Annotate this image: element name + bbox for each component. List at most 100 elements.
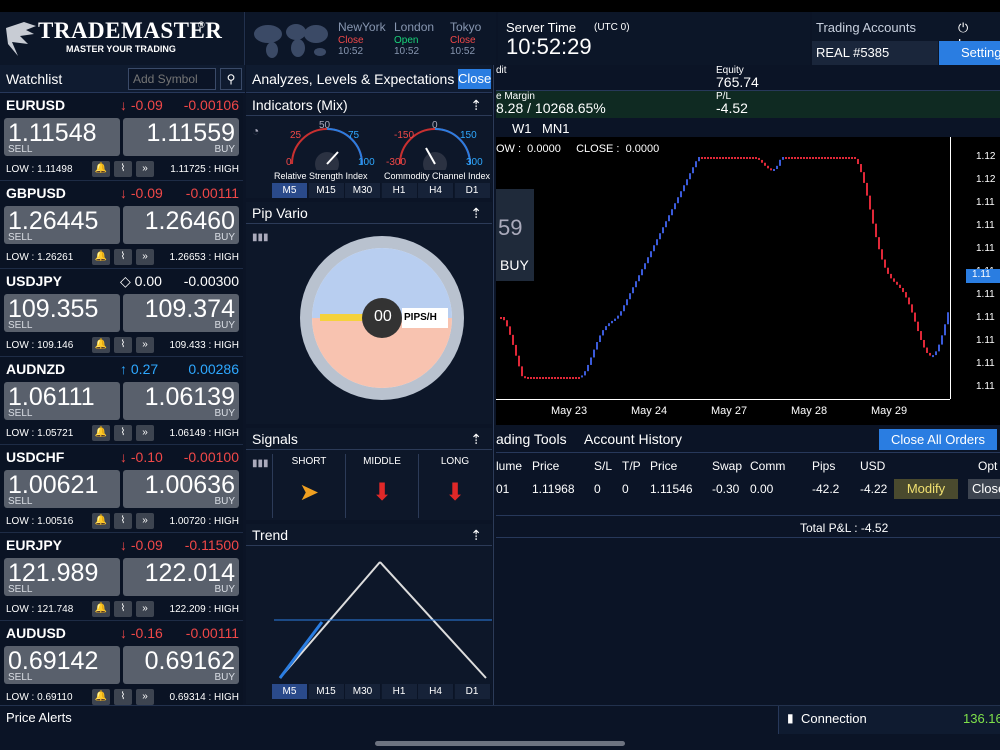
add-symbol-input[interactable] [128,68,216,90]
bell-icon[interactable]: 🔔 [92,601,110,617]
candle [710,157,712,159]
candle [722,157,724,159]
tf-mn1[interactable]: MN1 [542,121,569,136]
bell-icon[interactable]: 🔔 [92,161,110,177]
x-tick: May 29 [871,405,908,417]
tf-m30[interactable]: M30 [345,684,381,699]
symbol-name: EURJPY [6,537,63,553]
connection-status: ▮ Connection 136.16 [778,706,1000,734]
y-tick: 1.11 [976,312,995,323]
signal-bars-icon: ▮▮▮ [252,232,269,243]
chart-icon[interactable]: ⌇ [114,249,132,265]
bell-icon[interactable]: 🔔 [92,689,110,705]
chart-icon[interactable]: ⌇ [114,161,132,177]
watchlist-item[interactable]: EURJPY ↓ -0.09 -0.11500 121.989 SELL 122.… [0,533,243,621]
candle [899,284,901,288]
candle [749,157,751,159]
price-chart[interactable]: OW : 0.0000 CLOSE : 0.0000 59 BUY 1.12 1.… [496,137,1000,425]
candle [644,263,646,270]
candle [902,287,904,293]
tf-m15[interactable]: M15 [308,183,345,198]
chart-icon[interactable]: ⌇ [114,689,132,705]
buy-button[interactable]: 0.69162 BUY [123,646,239,684]
x-tick: May 23 [551,405,588,417]
signal-long: LONG ⬇ [418,454,490,518]
close-order-button[interactable]: Close [968,479,1000,499]
tf-m5[interactable]: M5 [272,183,308,198]
candle [518,355,520,367]
search-button[interactable]: ⚲ [220,68,242,90]
arrow-right-icon: ➤ [298,479,320,506]
expand-icon[interactable]: » [136,689,154,705]
connection-latency: 136.16 [963,711,1000,726]
modify-button[interactable]: Modify [894,479,958,499]
close-all-orders-button[interactable]: Close All Orders [879,429,997,450]
tf-m30[interactable]: M30 [345,183,381,198]
watchlist-item[interactable]: EURUSD ↓ -0.09 -0.00106 1.11548 SELL 1.11… [0,93,243,181]
sell-button[interactable]: 1.00621 SELL [4,470,120,508]
tf-d1[interactable]: D1 [454,684,491,699]
buy-button[interactable]: 109.374 BUY [123,294,239,332]
settings-button[interactable]: Setting [939,41,1000,65]
tf-h1[interactable]: H1 [381,183,418,198]
watchlist-item[interactable]: GBPUSD ↓ -0.09 -0.00111 1.26445 SELL 1.26… [0,181,243,269]
expand-icon[interactable]: » [136,337,154,353]
tab-trading-tools[interactable]: ading Tools [496,431,567,447]
buy-button[interactable]: 1.11559 BUY [123,118,239,156]
cci-label: Commodity Channel Index [384,171,491,181]
watchlist-item[interactable]: USDJPY ◇ 0.00 -0.00300 109.355 SELL 109.3… [0,269,243,357]
order-row[interactable]: 01 1.11968 0 0 1.11546 -0.30 0.00 -42.2 -4.22 Mod… [496,478,1000,502]
sell-button[interactable]: 1.06111 SELL [4,382,120,420]
bell-icon[interactable]: 🔔 [92,513,110,529]
buy-button[interactable]: 122.014 BUY [123,558,239,596]
rsi-label: Relative Strength Index [274,171,368,181]
quick-trade-overlay[interactable]: 59 BUY [496,189,534,281]
change-value: -0.11500 [184,537,239,553]
change-percent: ◇ 0.00 [120,273,162,289]
tf-h4[interactable]: H4 [418,684,454,699]
chart-icon[interactable]: ⌇ [114,513,132,529]
quick-buy-button[interactable]: BUY [500,257,529,273]
sell-button[interactable]: 0.69142 SELL [4,646,120,684]
candle [875,223,877,238]
bell-icon[interactable]: 🔔 [92,249,110,265]
tf-h4[interactable]: H4 [418,183,454,198]
tf-d1[interactable]: D1 [454,183,491,198]
bell-icon[interactable]: 🔔 [92,337,110,353]
buy-button[interactable]: 1.00636 BUY [123,470,239,508]
chart-icon[interactable]: ⌇ [114,601,132,617]
collapse-icon[interactable]: ⇡ [470,524,482,546]
watchlist-item[interactable]: AUDNZD ↑ 0.27 0.00286 1.06111 SELL 1.0613… [0,357,243,445]
analyze-close-button[interactable]: Close [458,69,491,89]
sell-button[interactable]: 109.355 SELL [4,294,120,332]
chart-icon[interactable]: ⌇ [114,337,132,353]
expand-icon[interactable]: » [136,513,154,529]
collapse-icon[interactable]: ⇡ [470,94,482,116]
expand-icon[interactable]: » [136,249,154,265]
expand-icon[interactable]: » [136,425,154,441]
tf-m5[interactable]: M5 [272,684,308,699]
candle [569,377,571,379]
price-alerts-button[interactable]: Price Alerts [6,710,72,725]
account-selector[interactable]: REAL #5385 [812,41,938,65]
tab-account-history[interactable]: Account History [584,431,682,447]
collapse-icon[interactable]: ⇡ [470,428,482,450]
expand-icon[interactable]: » [136,601,154,617]
watchlist-item[interactable]: USDCHF ↓ -0.10 -0.00100 1.00621 SELL 1.00… [0,445,243,533]
tf-w1[interactable]: W1 [512,121,532,136]
watchlist-item[interactable]: AUDUSD ↓ -0.16 -0.00111 0.69142 SELL 0.69… [0,621,243,709]
candle [632,287,634,294]
buy-button[interactable]: 1.26460 BUY [123,206,239,244]
bell-icon[interactable]: 🔔 [92,425,110,441]
sell-button[interactable]: 121.989 SELL [4,558,120,596]
collapse-icon[interactable]: ⇡ [470,202,482,224]
expand-icon[interactable]: » [136,161,154,177]
sell-button[interactable]: 1.11548 SELL [4,118,120,156]
tf-m15[interactable]: M15 [308,684,345,699]
watchlist-list: EURUSD ↓ -0.09 -0.00106 1.11548 SELL 1.11… [0,93,245,709]
buy-button[interactable]: 1.06139 BUY [123,382,239,420]
candle [746,157,748,159]
chart-icon[interactable]: ⌇ [114,425,132,441]
sell-button[interactable]: 1.26445 SELL [4,206,120,244]
tf-h1[interactable]: H1 [381,684,418,699]
